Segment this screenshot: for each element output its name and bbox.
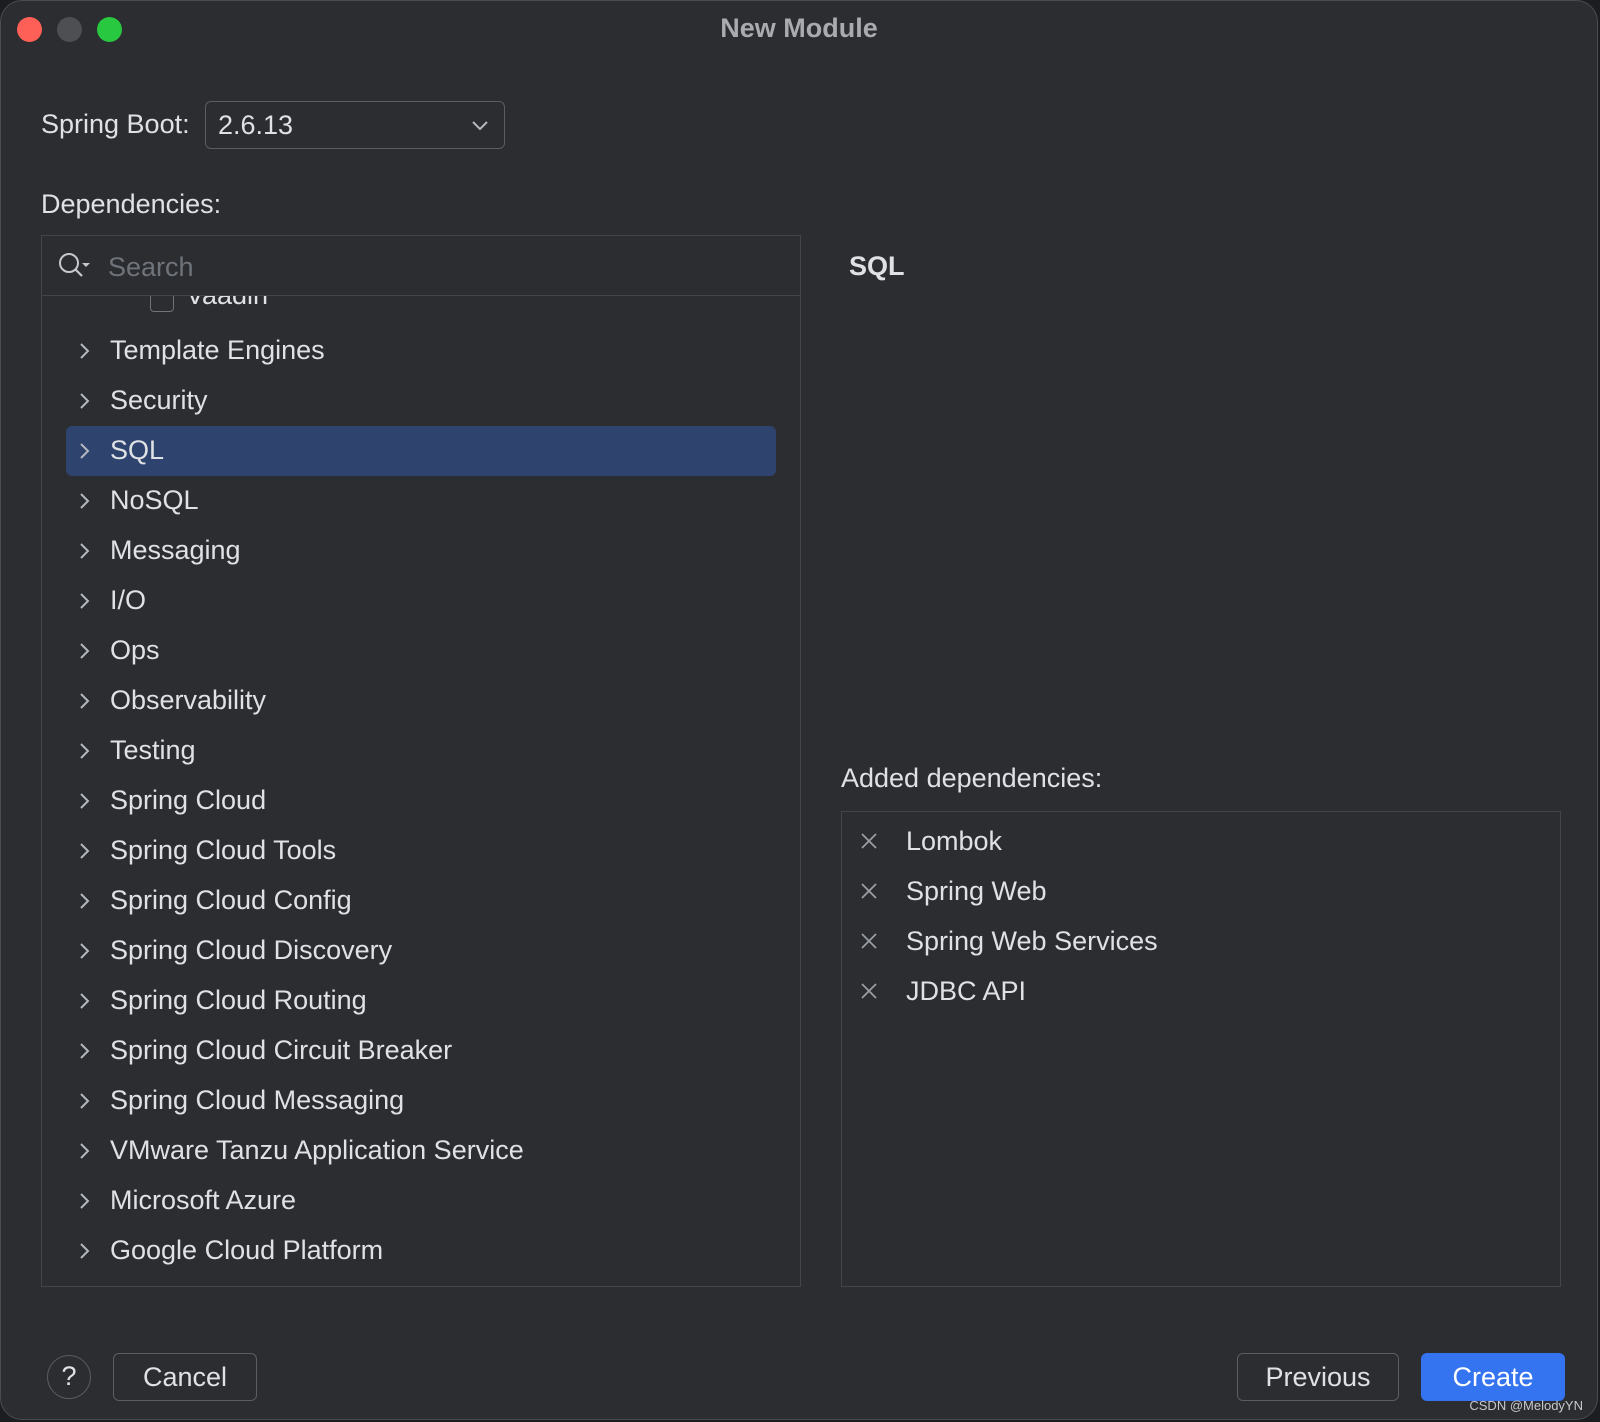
chevron-right-icon[interactable]	[78, 441, 92, 461]
dependency-item-label: Vaadin	[186, 296, 268, 311]
category-row-spring-cloud[interactable]: Spring Cloud	[66, 776, 776, 826]
chevron-right-icon[interactable]	[78, 791, 92, 811]
category-row-vmware-tanzu-application-service[interactable]: VMware Tanzu Application Service	[66, 1126, 776, 1176]
chevron-right-icon[interactable]	[78, 891, 92, 911]
chevron-right-icon[interactable]	[78, 541, 92, 561]
chevron-right-icon[interactable]	[78, 491, 92, 511]
dependencies-panel: Vaadin Template Engines Security SQL NoSQL M…	[41, 235, 801, 1287]
chevron-right-icon[interactable]	[78, 341, 92, 361]
category-row-spring-cloud-messaging[interactable]: Spring Cloud Messaging	[66, 1076, 776, 1126]
chevron-right-icon[interactable]	[78, 1141, 92, 1161]
spring-boot-version-value: 2.6.13	[218, 110, 294, 140]
category-row-nosql[interactable]: NoSQL	[66, 476, 776, 526]
chevron-right-icon[interactable]	[78, 991, 92, 1011]
category-row-spring-cloud-routing[interactable]: Spring Cloud Routing	[66, 976, 776, 1026]
title-bar: New Module	[1, 1, 1597, 57]
remove-icon[interactable]	[860, 832, 878, 850]
chevron-down-icon	[472, 121, 488, 131]
chevron-right-icon[interactable]	[78, 591, 92, 611]
category-row-sql[interactable]: SQL	[66, 426, 776, 476]
added-dependency-label: JDBC API	[906, 976, 1027, 1006]
category-label: I/O	[110, 585, 147, 615]
new-module-dialog: New Module Spring Boot: 2.6.13 Dependenc…	[0, 0, 1598, 1420]
added-dependency-item: Spring Web	[856, 872, 1536, 912]
remove-icon[interactable]	[860, 882, 878, 900]
spring-boot-version-select[interactable]: 2.6.13	[205, 101, 505, 149]
added-dependency-label: Spring Web	[906, 876, 1047, 906]
added-dependency-item: Spring Web Services	[856, 922, 1536, 962]
category-label: NoSQL	[110, 485, 199, 515]
dependency-search-bar	[42, 236, 800, 296]
dependencies-label: Dependencies:	[41, 189, 222, 219]
chevron-right-icon[interactable]	[78, 391, 92, 411]
category-label: Spring Cloud Messaging	[110, 1085, 405, 1115]
category-row-spring-cloud-config[interactable]: Spring Cloud Config	[66, 876, 776, 926]
chevron-right-icon[interactable]	[78, 691, 92, 711]
category-label: Microsoft Azure	[110, 1185, 297, 1215]
added-dependencies-label: Added dependencies:	[841, 763, 1103, 793]
category-row-security[interactable]: Security	[66, 376, 776, 426]
category-row-google-cloud-platform[interactable]: Google Cloud Platform	[66, 1226, 776, 1276]
selected-category-title: SQL	[849, 251, 905, 281]
category-row-spring-cloud-discovery[interactable]: Spring Cloud Discovery	[66, 926, 776, 976]
category-label: Ops	[110, 635, 160, 665]
category-row-microsoft-azure[interactable]: Microsoft Azure	[66, 1176, 776, 1226]
category-label: Security	[110, 385, 208, 415]
category-label: Template Engines	[110, 335, 325, 365]
chevron-right-icon[interactable]	[78, 941, 92, 961]
category-row-observability[interactable]: Observability	[66, 676, 776, 726]
category-label: Spring Cloud Discovery	[110, 935, 393, 965]
chevron-right-icon[interactable]	[78, 1041, 92, 1061]
category-label: Testing	[110, 735, 196, 765]
chevron-right-icon[interactable]	[78, 841, 92, 861]
previous-button[interactable]: Previous	[1237, 1353, 1399, 1401]
chevron-right-icon[interactable]	[78, 1191, 92, 1211]
dependency-search-input[interactable]	[106, 246, 770, 288]
added-dependency-label: Spring Web Services	[906, 926, 1158, 956]
category-label: Google Cloud Platform	[110, 1235, 384, 1265]
category-label: Spring Cloud Circuit Breaker	[110, 1035, 453, 1065]
remove-icon[interactable]	[860, 932, 878, 950]
dependency-checkbox[interactable]	[150, 296, 174, 312]
cancel-button[interactable]: Cancel	[113, 1353, 257, 1401]
category-label: VMware Tanzu Application Service	[110, 1135, 524, 1165]
added-dependency-item: Lombok	[856, 822, 1536, 862]
category-label: Spring Cloud Tools	[110, 835, 337, 865]
chevron-right-icon[interactable]	[78, 641, 92, 661]
category-label: Observability	[110, 685, 267, 715]
dependency-category-tree: Vaadin Template Engines Security SQL NoSQL M…	[42, 296, 800, 1286]
category-row-spring-cloud-circuit-breaker[interactable]: Spring Cloud Circuit Breaker	[66, 1026, 776, 1076]
watermark: CSDN @MelodyYN	[1469, 1398, 1583, 1413]
spring-boot-label: Spring Boot:	[41, 109, 190, 139]
added-dependency-label: Lombok	[906, 826, 1003, 856]
category-label: Spring Cloud	[110, 785, 267, 815]
create-button[interactable]: Create	[1421, 1353, 1565, 1401]
category-row-testing[interactable]: Testing	[66, 726, 776, 776]
category-label: Messaging	[110, 535, 241, 565]
category-label: SQL	[110, 435, 165, 465]
category-label: Spring Cloud Routing	[110, 985, 367, 1015]
remove-icon[interactable]	[860, 982, 878, 1000]
added-dependency-item: JDBC API	[856, 972, 1536, 1012]
category-label: Spring Cloud Config	[110, 885, 352, 915]
search-icon[interactable]	[56, 250, 92, 282]
chevron-right-icon[interactable]	[78, 741, 92, 761]
chevron-right-icon[interactable]	[78, 1091, 92, 1111]
category-row-messaging[interactable]: Messaging	[66, 526, 776, 576]
category-row-spring-cloud-tools[interactable]: Spring Cloud Tools	[66, 826, 776, 876]
chevron-right-icon[interactable]	[78, 1241, 92, 1261]
category-row-i-o[interactable]: I/O	[66, 576, 776, 626]
category-row-template-engines[interactable]: Template Engines	[66, 326, 776, 376]
category-row-ops[interactable]: Ops	[66, 626, 776, 676]
window-title: New Module	[720, 13, 878, 43]
added-dependencies-list: Lombok Spring Web Spring Web Services JDBC …	[841, 811, 1561, 1287]
help-button[interactable]: ?	[47, 1355, 91, 1399]
